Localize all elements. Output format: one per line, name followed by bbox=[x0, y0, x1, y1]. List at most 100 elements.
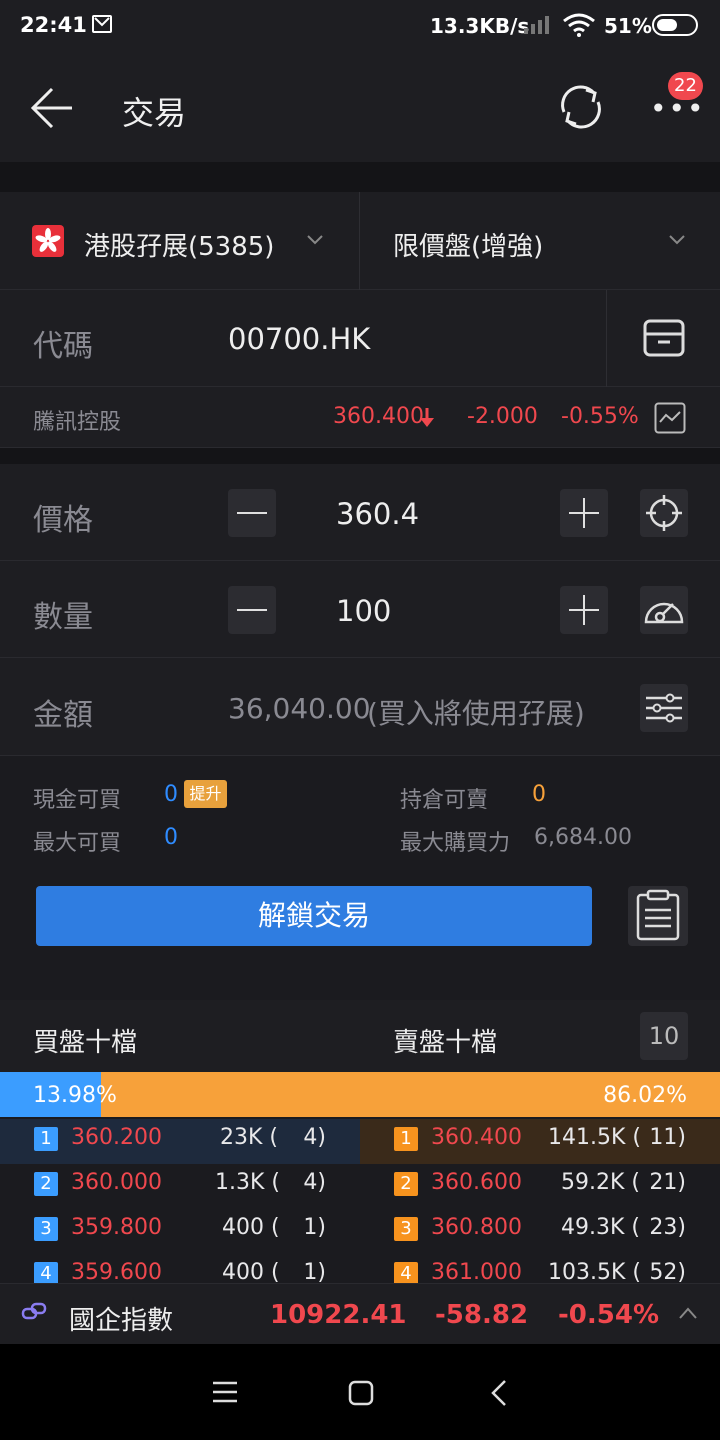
code-input[interactable]: 00700.HK bbox=[228, 322, 370, 356]
hold-sell-label: 持倉可賣 bbox=[400, 788, 489, 813]
crosshair-icon[interactable] bbox=[640, 489, 688, 537]
system-nav-bar bbox=[0, 1344, 720, 1440]
amount-row: 金額 36,040.00 (買入將使用孖展) bbox=[0, 658, 720, 756]
bid-volume: 400 ( bbox=[222, 1260, 280, 1283]
battery-percent: 51% bbox=[604, 14, 652, 38]
ask-count: 21) bbox=[649, 1170, 686, 1195]
unlock-trade-button[interactable]: 解鎖交易 bbox=[36, 886, 592, 946]
max-buy-label: 最大可買 bbox=[33, 831, 122, 856]
status-time: 22:41 bbox=[20, 13, 87, 37]
quote-change: -2.000 bbox=[467, 404, 538, 429]
bid-title: 買盤十檔 bbox=[33, 1028, 138, 1058]
ask-count: 23) bbox=[649, 1215, 686, 1240]
max-power-label: 最大購買力 bbox=[400, 831, 511, 856]
ask-row: 3 360.800 49.3K ( 23) bbox=[360, 1209, 720, 1254]
gauge-icon[interactable] bbox=[640, 586, 688, 634]
status-bar: 22:41 13.3KB/s 51% bbox=[0, 0, 720, 52]
ask-volume: 59.2K ( bbox=[561, 1170, 640, 1195]
bid-row: 2 360.000 1.3K ( 4) bbox=[0, 1164, 360, 1209]
quote-price: 360.400 bbox=[333, 404, 424, 429]
bid-volume: 400 ( bbox=[222, 1215, 280, 1240]
orderbook-header: 買盤十檔 賣盤十檔 10 bbox=[0, 1000, 720, 1072]
quantity-row: 數量 100 bbox=[0, 561, 720, 658]
bid-ask-ratio-bar: 13.98% 86.02% bbox=[0, 1072, 720, 1117]
ask-price: 360.600 bbox=[431, 1170, 522, 1195]
chevron-down-icon bbox=[307, 235, 323, 245]
ask-volume: 103.5K ( bbox=[548, 1260, 641, 1283]
ask-count: 52) bbox=[649, 1260, 686, 1283]
index-name: 國企指數 bbox=[69, 1306, 174, 1336]
refresh-icon[interactable] bbox=[556, 82, 606, 132]
orderbook: 1 360.200 23K ( 4) 1 360.400 141.5K ( 11… bbox=[0, 1117, 720, 1283]
quantity-input[interactable]: 100 bbox=[336, 594, 391, 628]
quantity-label: 數量 bbox=[33, 600, 93, 635]
bid-price: 360.000 bbox=[71, 1170, 162, 1195]
portfolio-box-icon[interactable] bbox=[642, 318, 686, 358]
bid-level: 3 bbox=[34, 1217, 58, 1241]
bid-count: 4) bbox=[303, 1170, 326, 1195]
quantity-decrease-button[interactable] bbox=[228, 586, 276, 634]
ask-level: 2 bbox=[394, 1172, 418, 1196]
hold-sell-value: 0 bbox=[532, 782, 546, 807]
bid-volume: 1.3K ( bbox=[215, 1170, 280, 1195]
quote-change-pct: -0.55% bbox=[561, 404, 639, 429]
bid-price: 359.600 bbox=[71, 1260, 162, 1283]
back-arrow-icon[interactable] bbox=[30, 86, 74, 130]
bid-count: 1) bbox=[303, 1260, 326, 1283]
notification-badge: 22 bbox=[668, 72, 703, 100]
wifi-icon bbox=[563, 13, 595, 37]
amount-label: 金額 bbox=[33, 698, 93, 733]
quantity-increase-button[interactable] bbox=[560, 586, 608, 634]
chart-icon[interactable] bbox=[654, 402, 686, 434]
price-increase-button[interactable] bbox=[560, 489, 608, 537]
upgrade-button[interactable]: 提升 bbox=[184, 780, 227, 808]
account-selector[interactable]: 港股孖展(5385) bbox=[0, 192, 360, 290]
code-row: 代碼 00700.HK bbox=[0, 290, 720, 387]
index-change: -58.82 bbox=[435, 1300, 529, 1330]
stock-name: 騰訊控股 bbox=[33, 410, 122, 435]
order-type: 限價盤(增強) bbox=[393, 232, 544, 262]
back-icon[interactable] bbox=[490, 1379, 508, 1407]
home-icon[interactable] bbox=[348, 1380, 374, 1406]
page-title: 交易 bbox=[122, 94, 187, 132]
bid-count: 4) bbox=[303, 1125, 326, 1150]
index-ticker[interactable]: 國企指數 10922.41 -58.82 -0.54% bbox=[0, 1283, 720, 1344]
bid-level: 4 bbox=[34, 1262, 58, 1283]
price-input[interactable]: 360.4 bbox=[336, 497, 419, 531]
ask-count: 11) bbox=[649, 1125, 686, 1150]
ask-row: 2 360.600 59.2K ( 21) bbox=[360, 1164, 720, 1209]
ask-level: 1 bbox=[394, 1127, 418, 1151]
signal-icon bbox=[524, 16, 549, 34]
down-arrow-icon bbox=[420, 408, 434, 427]
index-value: 10922.41 bbox=[270, 1300, 407, 1330]
bid-row: 1 360.200 23K ( 4) bbox=[0, 1119, 360, 1164]
code-label: 代碼 bbox=[33, 329, 93, 364]
ask-title: 賣盤十檔 bbox=[393, 1028, 498, 1058]
bid-price: 359.800 bbox=[71, 1215, 162, 1240]
amount-value: 36,040.00 bbox=[228, 692, 371, 725]
ask-volume: 49.3K ( bbox=[561, 1215, 640, 1240]
bid-volume: 23K ( bbox=[220, 1125, 278, 1150]
amount-note: (買入將使用孖展) bbox=[367, 697, 585, 730]
depth-toggle-button[interactable]: 10 bbox=[640, 1012, 688, 1060]
chevron-up-icon[interactable] bbox=[678, 1306, 698, 1320]
ask-level: 3 bbox=[394, 1217, 418, 1241]
settings-sliders-icon[interactable] bbox=[640, 684, 688, 732]
network-speed: 13.3KB/s bbox=[430, 14, 530, 38]
order-type-selector[interactable]: 限價盤(增強) bbox=[360, 192, 720, 290]
max-power-value: 6,684.00 bbox=[534, 825, 632, 850]
bid-level: 2 bbox=[34, 1172, 58, 1196]
bid-row: 4 359.600 400 ( 1) bbox=[0, 1254, 360, 1283]
menu-icon[interactable] bbox=[212, 1381, 238, 1403]
ask-pct: 86.02% bbox=[603, 1083, 687, 1108]
price-decrease-button[interactable] bbox=[228, 489, 276, 537]
ask-volume: 141.5K ( bbox=[548, 1125, 641, 1150]
quote-row: 騰訊控股 360.400 -2.000 -0.55% bbox=[0, 387, 720, 448]
ask-level: 4 bbox=[394, 1262, 418, 1283]
bid-count: 1) bbox=[303, 1215, 326, 1240]
order-list-icon[interactable] bbox=[628, 886, 688, 946]
ask-price: 361.000 bbox=[431, 1260, 522, 1283]
cash-buy-label: 現金可買 bbox=[33, 788, 122, 813]
link-icon bbox=[21, 1302, 47, 1320]
ask-row: 1 360.400 141.5K ( 11) bbox=[360, 1119, 720, 1164]
